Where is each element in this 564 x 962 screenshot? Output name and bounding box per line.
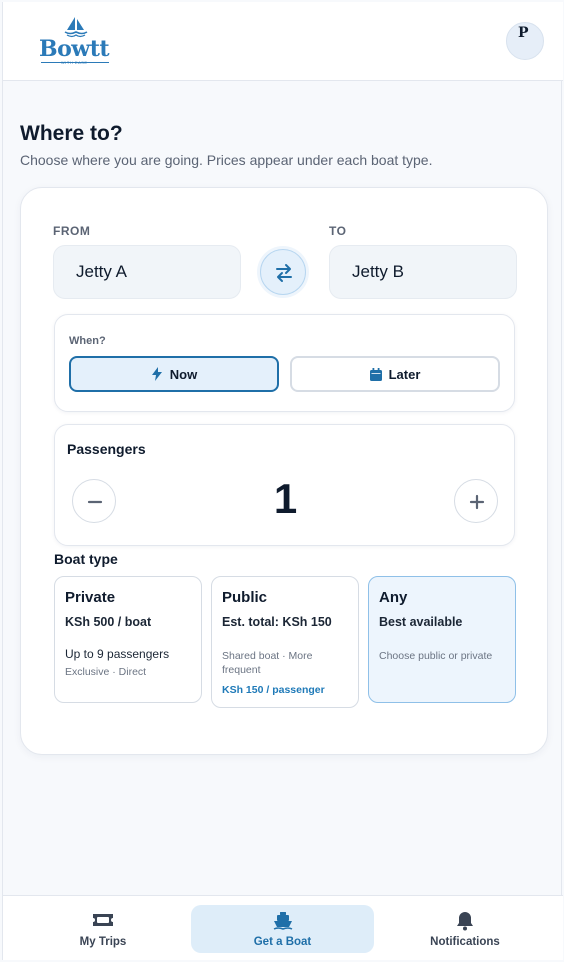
- from-field[interactable]: Jetty A: [53, 245, 241, 299]
- passengers-panel: Passengers 1: [54, 424, 515, 546]
- nav-label: Get a Boat: [253, 936, 312, 948]
- now-option-button[interactable]: Now: [69, 356, 279, 392]
- plus-icon: [469, 494, 485, 510]
- now-option-label: Now: [169, 366, 198, 382]
- from-label: FROM: [53, 224, 91, 238]
- boat-option-private[interactable]: Private KSh 500 / boat Up to 9 passenger…: [54, 576, 202, 703]
- boat-option-per-passenger: KSh 150 / passenger: [222, 684, 325, 696]
- passengers-label: Passengers: [67, 441, 146, 457]
- when-panel: When? Now Later: [54, 314, 515, 412]
- nav-label: My Trips: [79, 936, 127, 948]
- booking-card: FROM TO Jetty A Jetty B When? Now Later …: [20, 187, 548, 755]
- boat-option-detail: Choose public or private: [379, 650, 493, 662]
- bottom-nav: My Trips Get a Boat Notifications: [3, 895, 563, 960]
- boat-option-name: Any: [379, 589, 408, 606]
- nav-get-a-boat[interactable]: Get a Boat: [191, 905, 374, 953]
- later-option-button[interactable]: Later: [290, 356, 500, 392]
- app-header: Bowtt WITH EASE P: [3, 2, 563, 81]
- boat-option-name: Private: [65, 589, 116, 606]
- boat-type-label: Boat type: [54, 551, 118, 567]
- boat-option-name: Public: [222, 589, 268, 606]
- brand-name: Bowtt: [39, 36, 110, 62]
- swap-locations-button[interactable]: [260, 249, 306, 295]
- nav-notifications[interactable]: Notifications: [375, 905, 555, 953]
- sailboat-logo-icon: [64, 17, 88, 38]
- to-field[interactable]: Jetty B: [329, 245, 517, 299]
- later-option-label: Later: [388, 366, 421, 382]
- lightning-icon: [151, 367, 162, 381]
- boat-option-any[interactable]: Any Best available Choose public or priv…: [368, 576, 516, 703]
- swap-arrows-icon: [276, 264, 292, 282]
- boat-option-price: Est. total: KSh 150: [222, 615, 332, 629]
- to-label: TO: [329, 224, 347, 238]
- page-subtitle: Choose where you are going. Prices appea…: [20, 152, 433, 168]
- nav-my-trips[interactable]: My Trips: [13, 905, 193, 953]
- increase-passengers-button[interactable]: [454, 479, 498, 523]
- boat-option-price: KSh 500 / boat: [65, 615, 152, 629]
- avatar-initial: P: [518, 25, 529, 41]
- app-frame: Bowtt WITH EASE P Where to? Choose where…: [2, 2, 563, 960]
- nav-label: Notifications: [430, 936, 500, 948]
- boat-option-detail: Shared boat · More frequent: [222, 650, 313, 676]
- bowtt-logo[interactable]: Bowtt WITH EASE: [37, 16, 117, 70]
- boat-option-capacity: Up to 9 passengers: [65, 647, 170, 661]
- brand-tagline: WITH EASE: [61, 60, 88, 65]
- passenger-count: 1: [273, 475, 298, 522]
- boat-option-detail: Exclusive · Direct: [65, 666, 147, 678]
- ticket-icon: [93, 914, 113, 926]
- bell-icon: [457, 912, 473, 931]
- page-title: Where to?: [20, 122, 123, 145]
- boat-option-public[interactable]: Public Est. total: KSh 150 Shared boat ·…: [211, 576, 359, 708]
- user-avatar[interactable]: P: [506, 22, 544, 60]
- when-label: When?: [69, 335, 106, 347]
- calendar-icon: [369, 367, 382, 381]
- boat-icon: [273, 912, 292, 930]
- boat-option-price: Best available: [379, 615, 463, 629]
